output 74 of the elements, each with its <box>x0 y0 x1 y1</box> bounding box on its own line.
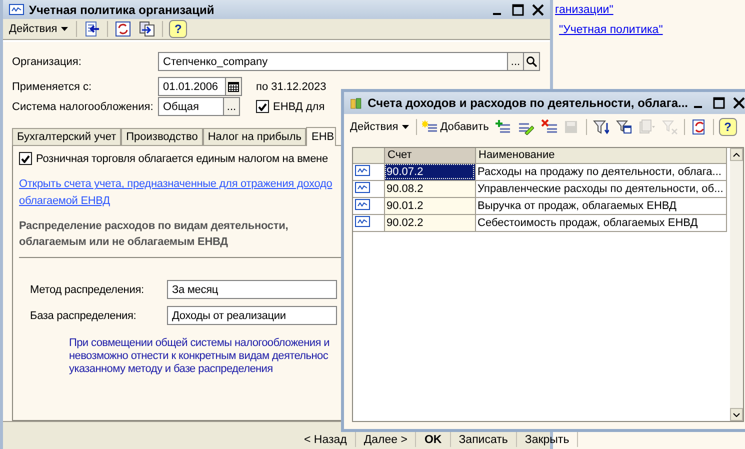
method-field[interactable]: За месяц <box>167 280 337 300</box>
choose-button[interactable]: ... <box>224 97 240 116</box>
caret-icon <box>61 27 68 32</box>
field-label: Применяется с: <box>12 80 93 93</box>
column-header[interactable]: Счет <box>384 148 475 163</box>
actions-menu[interactable]: Действия <box>7 22 70 36</box>
chevron-down-icon <box>733 412 740 416</box>
table-cell[interactable]: Расходы на продажу по деятельности, облага... <box>475 163 726 180</box>
tab[interactable]: Налог на прибыль <box>202 128 306 146</box>
chevron-up-icon <box>733 152 740 156</box>
books-icon <box>350 96 363 110</box>
table-cell[interactable]: Управленческие расходы по деятельности, об... <box>475 180 726 197</box>
wave-icon <box>9 4 24 16</box>
refresh-icon[interactable] <box>114 20 132 38</box>
field-label: Метод распределения: <box>30 284 145 296</box>
field-label: Система налогообложения: <box>12 100 154 113</box>
search-icon <box>526 56 537 68</box>
section-heading: Распределение расходов по видам деятельности, облагаемым или не облагаемым ЕНВД <box>19 219 288 250</box>
calendar-icon <box>228 82 239 92</box>
wave-icon <box>355 198 370 210</box>
field-label: База распределения: <box>30 310 138 322</box>
base-field[interactable]: Доходы от реализации <box>167 306 337 326</box>
add-list-icon <box>422 119 438 135</box>
window-title: Учетная политика организаций <box>29 2 216 17</box>
add-button[interactable]: Добавить <box>422 119 489 135</box>
check-icon <box>258 102 267 111</box>
scroll-down-button[interactable] <box>730 408 743 421</box>
caret-icon <box>402 125 410 129</box>
checkbox[interactable] <box>19 152 32 166</box>
tab[interactable]: Бухгалтерский учет <box>12 128 122 146</box>
checkbox[interactable] <box>256 100 269 114</box>
filter-window-icon[interactable] <box>614 118 633 136</box>
field-label: Организация: <box>12 56 82 68</box>
close-icon[interactable] <box>733 97 745 109</box>
table-cell[interactable]: Выручка от продаж, облагаемых ЕНВД <box>475 197 726 214</box>
add-row-icon[interactable] <box>494 118 512 136</box>
search-button[interactable] <box>524 52 540 72</box>
checkbox-label: Розничная торговля облагается единым налогом на вмене <box>36 152 328 165</box>
filter-icon[interactable] <box>592 118 610 136</box>
checkbox-label: ЕНВД для <box>273 100 325 113</box>
calendar-button[interactable] <box>226 77 242 96</box>
window-title: Счета доходов и расходов по деятельности, облага... <box>368 96 688 110</box>
check-icon <box>21 154 30 163</box>
delete-row-icon[interactable] <box>540 118 558 136</box>
table-cell[interactable]: 90.07.2 <box>384 163 475 180</box>
organization-field[interactable]: Степченко_company <box>158 52 508 72</box>
table-cell[interactable]: Себестоимость продаж, облагаемых ЕНВД <box>475 214 726 231</box>
accounts-link[interactable]: Открыть счета учета, предназначенные для отражения доходо облагаемой ЕНВД <box>19 176 332 210</box>
wave-icon <box>355 216 370 226</box>
maximize-icon[interactable] <box>512 4 524 16</box>
tab[interactable]: ЕНВ <box>306 127 336 146</box>
scrollbar[interactable] <box>730 148 743 421</box>
tax-system-field[interactable]: Общая <box>158 97 224 116</box>
end-date-label: по 31.12.2023 <box>256 80 326 93</box>
copy-documents-icon[interactable] <box>138 20 156 38</box>
help-button[interactable]: ? <box>169 20 188 38</box>
note-text: При совмещении общей системы налогообложения и невозможно отнести к конкретным видам деятельнос указанному методу и базе распределения <box>69 337 330 376</box>
actions-menu[interactable]: Действия <box>348 120 412 134</box>
choose-button[interactable]: ... <box>508 52 524 72</box>
wave-icon <box>355 182 370 192</box>
help-button[interactable]: ? <box>718 118 737 136</box>
wave-icon <box>355 164 370 176</box>
close-icon[interactable] <box>532 4 544 16</box>
table-cell[interactable]: 90.01.2 <box>384 197 475 214</box>
column-header[interactable]: Наименование <box>475 148 726 163</box>
scroll-up-button[interactable] <box>730 148 743 161</box>
document-arrow-icon[interactable] <box>83 20 102 38</box>
date-field[interactable]: 01.01.2006 <box>158 77 226 96</box>
link[interactable]: "Учетная политика" <box>559 24 663 36</box>
tab[interactable]: Производство <box>121 128 203 146</box>
table-cell[interactable]: 90.08.2 <box>384 180 475 197</box>
link[interactable]: ганизации" <box>555 4 663 16</box>
table-cell[interactable]: 90.02.2 <box>384 214 475 231</box>
maximize-icon[interactable] <box>713 97 725 109</box>
